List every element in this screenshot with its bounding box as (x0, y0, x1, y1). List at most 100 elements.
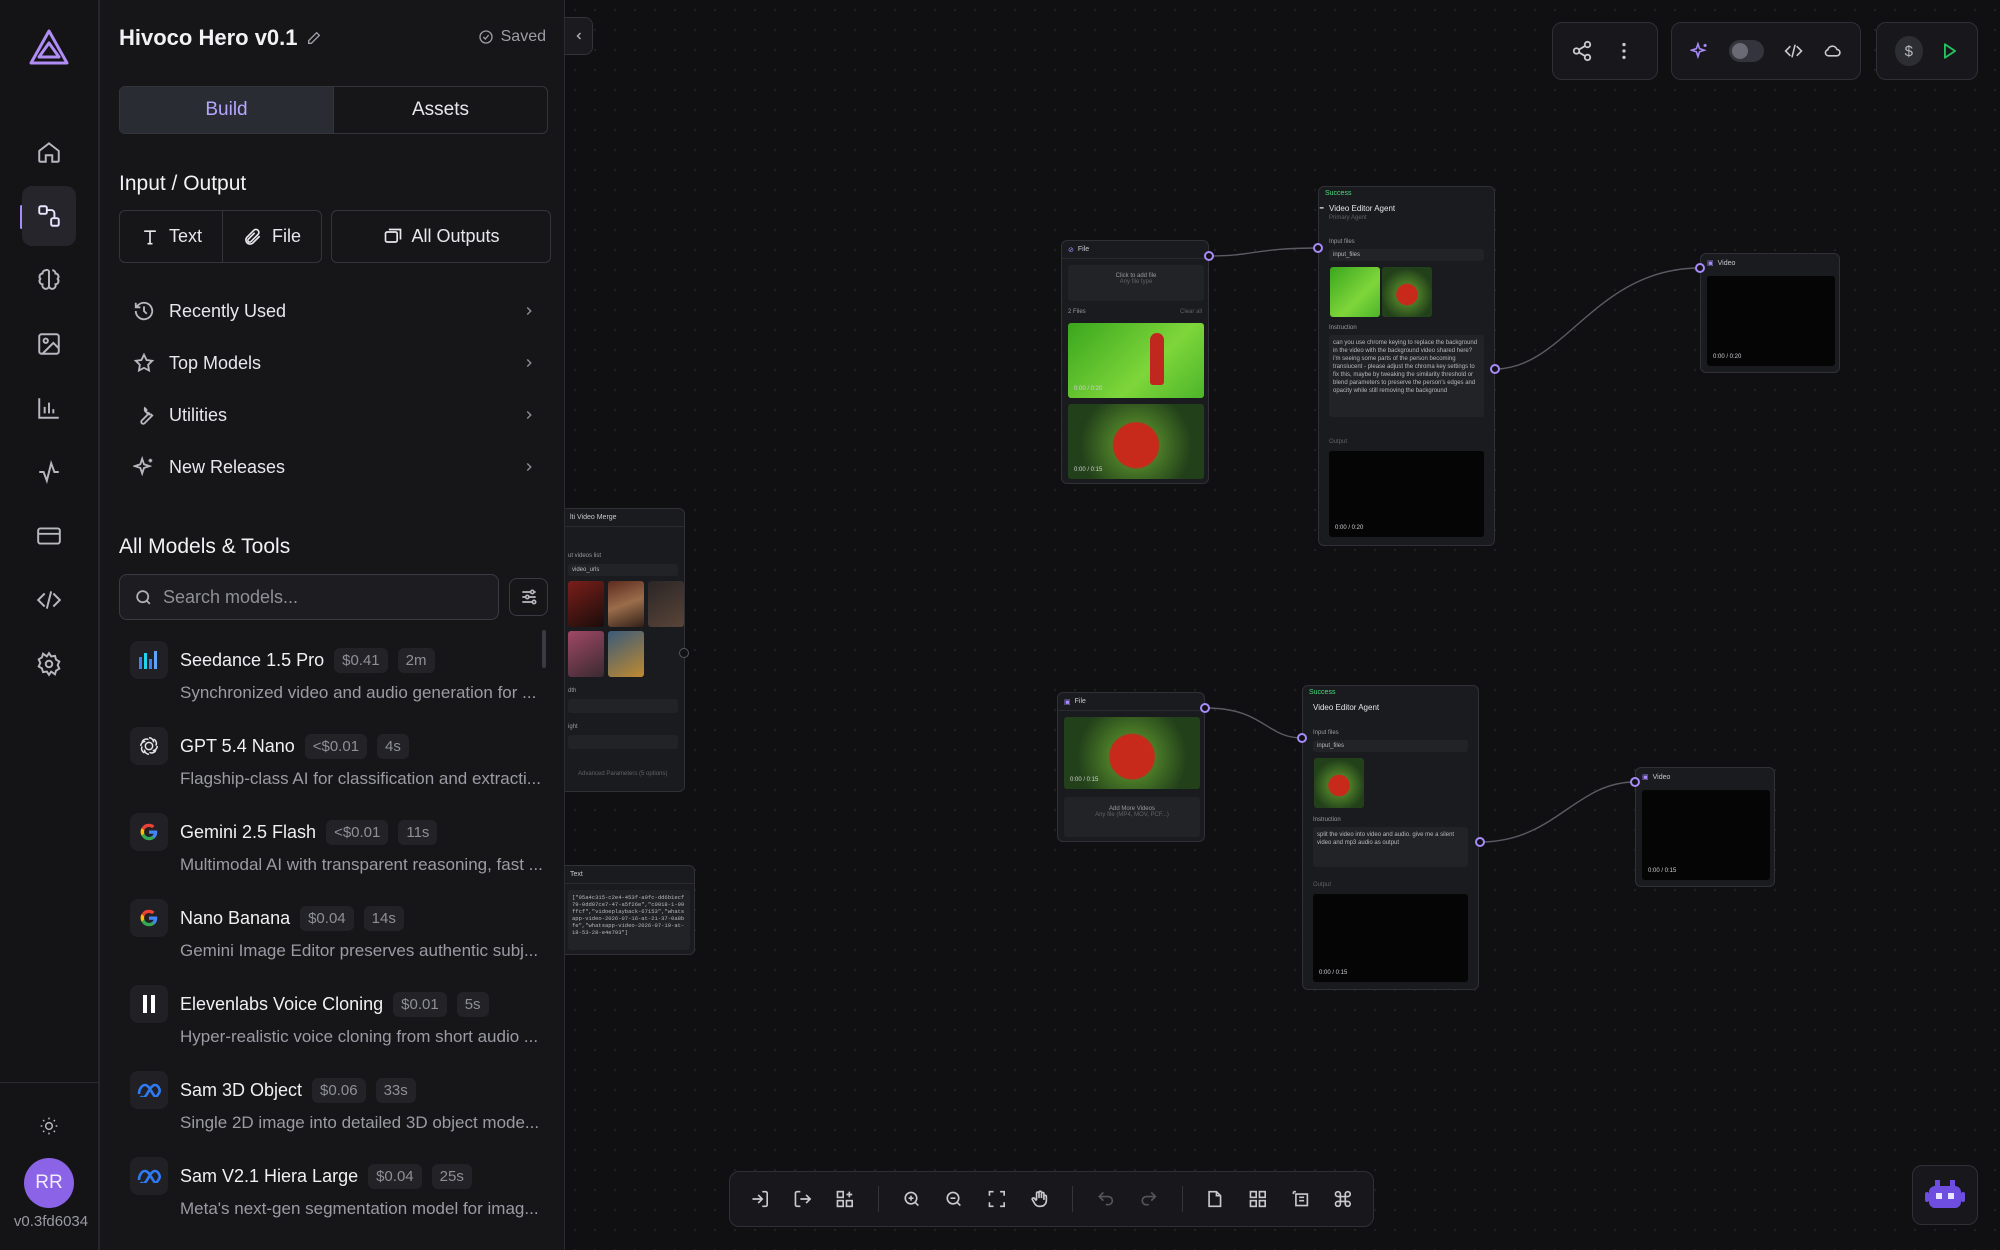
clear-all-button[interactable]: Clear all (1180, 309, 1202, 315)
width-field[interactable] (568, 699, 678, 713)
filter-button[interactable] (509, 578, 548, 616)
io-basic-group: Text File (119, 210, 323, 263)
export-icon[interactable] (793, 1188, 813, 1210)
menu-utilities[interactable]: Utilities (119, 389, 548, 441)
code-icon[interactable] (1784, 40, 1803, 62)
video-player[interactable]: 0:00 / 0:20 (1707, 276, 1835, 366)
ai-sparkle-icon[interactable] (1690, 40, 1709, 62)
undo-icon[interactable] (1096, 1188, 1116, 1210)
avatar[interactable]: RR (24, 1158, 74, 1208)
tab-build[interactable]: Build (120, 87, 334, 133)
file-count: 2 Files (1068, 309, 1086, 315)
model-item[interactable]: Elevenlabs Voice Cloning $0.01 5s Hyper-… (130, 981, 550, 1067)
model-item[interactable]: Seedance 1.5 Pro $0.41 2m Synchronized v… (130, 637, 550, 723)
panel-scrollbar[interactable] (542, 630, 546, 668)
menu-label: Recently Used (169, 300, 287, 321)
collapse-panel-button[interactable] (565, 17, 593, 55)
share-icon[interactable] (1571, 40, 1593, 62)
video-thumbnail[interactable]: 0:00 / 0:15 (1064, 717, 1200, 789)
import-icon[interactable] (750, 1188, 770, 1210)
video-thumbnail[interactable]: 0:00 / 0:15 (1068, 404, 1204, 479)
output-video[interactable]: 0:00 / 0:15 (1313, 894, 1468, 982)
search-input[interactable]: Search models... (119, 574, 499, 620)
menu-new-releases[interactable]: New Releases (119, 441, 548, 493)
logo-icon[interactable] (27, 27, 71, 71)
layout-icon[interactable] (1291, 1188, 1311, 1210)
input-port[interactable] (1630, 777, 1640, 787)
model-name-row: Nano Banana $0.04 14s (180, 906, 404, 931)
height-label: ight (568, 724, 578, 730)
menu-recently-used[interactable]: Recently Used (119, 285, 548, 337)
home-icon[interactable] (28, 131, 70, 173)
run-toolbar: $ (1876, 22, 1978, 80)
model-name-row: Sam 3D Object $0.06 33s (180, 1078, 416, 1103)
theme-toggle-icon[interactable] (28, 1105, 70, 1147)
instruction-text[interactable]: split the video into video and audio. gi… (1313, 827, 1468, 867)
file-node[interactable]: ⊘ File Click to add file Any file type 2… (1061, 240, 1209, 484)
add-more-videos[interactable]: Add More Videos Any file (MP4, MOV, PCF.… (1064, 797, 1200, 837)
text-input-button[interactable]: Text (120, 211, 222, 262)
model-item[interactable]: Sam V2.1 Hiera Large $0.04 25s Meta's ne… (130, 1153, 550, 1239)
video-merge-node[interactable]: lti Video Merge ut videos list video_url… (565, 508, 685, 792)
model-item[interactable]: Sam 3D Object $0.06 33s Single 2D image … (130, 1067, 550, 1153)
video-player[interactable]: 0:00 / 0:15 (1642, 790, 1770, 880)
instruction-text[interactable]: can you use chrome keying to replace the… (1329, 335, 1484, 417)
zoom-out-icon[interactable] (944, 1188, 964, 1210)
workflow-icon[interactable] (22, 186, 76, 246)
agent-node[interactable]: Success Video Editor Agent Input files i… (1302, 685, 1479, 990)
model-item[interactable]: Nano Banana $0.04 14s Gemini Image Edito… (130, 895, 550, 981)
more-icon[interactable] (1613, 40, 1635, 62)
dropzone[interactable]: Click to add file Any file type (1068, 265, 1204, 301)
redo-icon[interactable] (1139, 1188, 1159, 1210)
output-port[interactable] (1204, 251, 1214, 261)
model-item[interactable]: GPT 5.4 Nano <$0.01 4s Flagship-class AI… (130, 723, 550, 809)
pan-icon[interactable] (1030, 1188, 1050, 1210)
height-field[interactable] (568, 735, 678, 749)
cloud-icon[interactable] (1823, 40, 1842, 62)
fit-view-icon[interactable] (987, 1188, 1007, 1210)
file-node[interactable]: ▣ File 0:00 / 0:15 Add More Videos Any f… (1057, 692, 1205, 842)
note-icon[interactable] (1205, 1188, 1225, 1210)
output-video[interactable]: 0:00 / 0:20 (1329, 451, 1484, 537)
image-icon[interactable] (28, 323, 70, 365)
grid-icon[interactable] (1248, 1188, 1268, 1210)
advanced-params[interactable]: Advanced Parameters (5 options) (578, 771, 667, 777)
output-port[interactable] (679, 648, 689, 658)
output-port[interactable] (1200, 703, 1210, 713)
model-item[interactable]: Gemini 2.5 Flash <$0.01 11s Multimodal A… (130, 809, 550, 895)
shortcut-icon[interactable] (1333, 1188, 1353, 1210)
toolbar-divider (1072, 1186, 1074, 1212)
input-port[interactable] (1313, 243, 1323, 253)
text-node[interactable]: Text ["05a4c315-c2e4-453f-a0fc-dd6b1ecf7… (565, 865, 695, 955)
menu-top-models[interactable]: Top Models (119, 337, 548, 389)
video-output-node[interactable]: ▣ Video 0:00 / 0:15 (1635, 767, 1775, 887)
video-output-node[interactable]: ▣ Video 0:00 / 0:20 (1700, 253, 1840, 373)
input-port[interactable] (1695, 263, 1705, 273)
chart-icon[interactable] (28, 387, 70, 429)
file-input-button[interactable]: File (222, 211, 321, 262)
settings-icon[interactable] (28, 643, 70, 685)
mode-toolbar (1671, 22, 1861, 80)
output-port[interactable] (1475, 837, 1485, 847)
input-port[interactable] (1297, 733, 1307, 743)
mode-toggle[interactable] (1729, 40, 1764, 62)
tab-assets[interactable]: Assets (334, 87, 547, 133)
video-thumbnail[interactable]: 0:00 / 0:20 (1068, 323, 1204, 398)
text-content[interactable]: ["05a4c315-c2e4-453f-a0fc-dd6b1ecf79-0dd… (568, 890, 690, 950)
brain-icon[interactable] (28, 259, 70, 301)
billing-icon[interactable] (28, 515, 70, 557)
all-outputs-button[interactable]: All Outputs (332, 211, 550, 262)
node-header: ▣ Video (1636, 768, 1774, 786)
io-heading: Input / Output (119, 172, 247, 195)
assistant-bot-icon[interactable] (1912, 1165, 1978, 1225)
output-port[interactable] (1490, 364, 1500, 374)
workflow-canvas[interactable]: ⊘ File Click to add file Any file type 2… (565, 0, 2000, 1250)
agent-node[interactable]: Success Video Editor Agent Primary Agent… (1318, 186, 1495, 546)
activity-icon[interactable] (28, 451, 70, 493)
zoom-in-icon[interactable] (902, 1188, 922, 1210)
code-icon[interactable] (28, 579, 70, 621)
add-node-icon[interactable] (835, 1188, 855, 1210)
run-icon[interactable] (1939, 40, 1959, 62)
edit-pencil-icon[interactable] (306, 30, 322, 46)
dollar-icon[interactable]: $ (1895, 36, 1923, 66)
